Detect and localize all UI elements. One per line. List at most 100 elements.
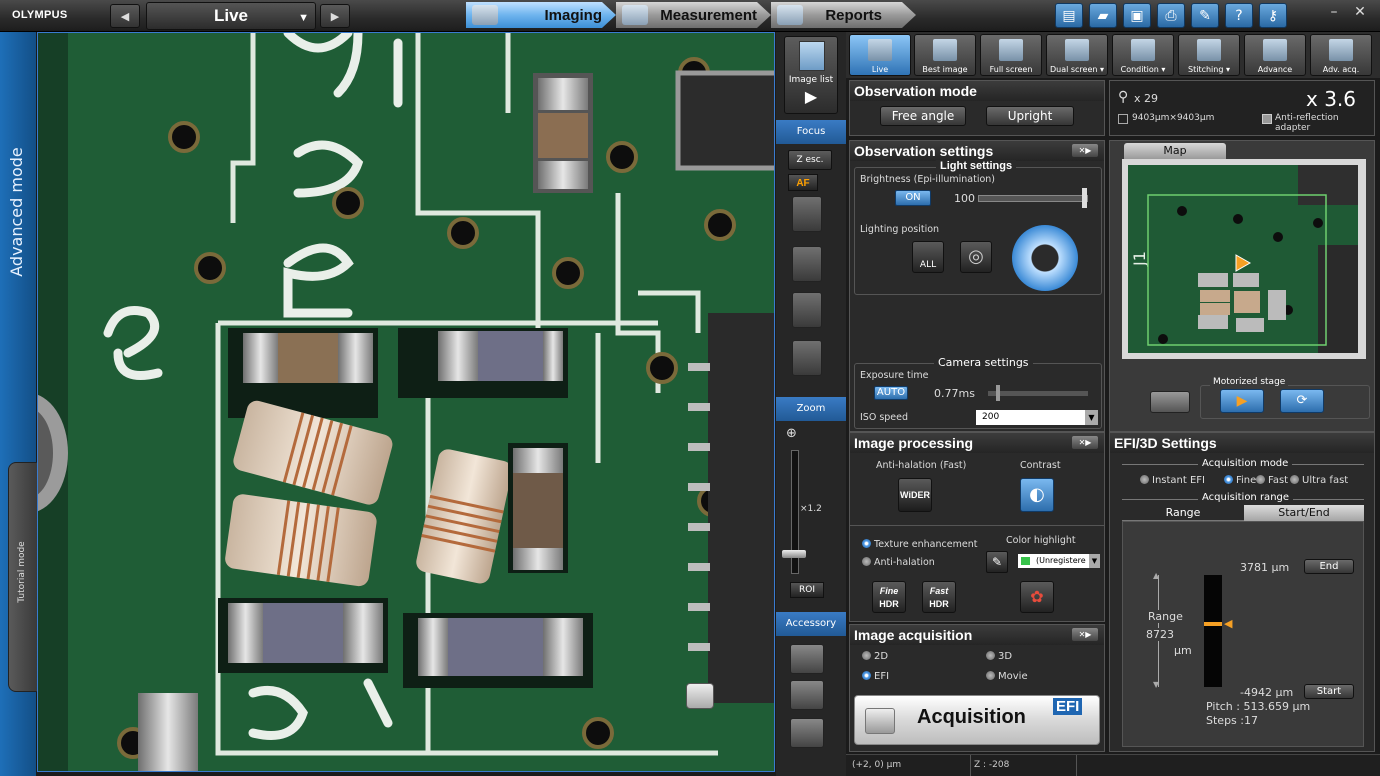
accessory-section-header: Accessory	[776, 612, 846, 636]
folder-icon[interactable]: ▰	[1089, 3, 1117, 28]
hdr-label: HDR	[879, 599, 899, 609]
tab-measurement[interactable]: Measurement	[616, 2, 771, 28]
acq-3d-option[interactable]: 3D	[986, 651, 1012, 662]
collapse-toggle[interactable]: ✕▶	[1072, 628, 1098, 641]
exposure-slider[interactable]	[988, 391, 1088, 396]
focus-fine-down-icon[interactable]	[792, 292, 822, 328]
wider-button[interactable]: WiDER	[898, 478, 932, 512]
color-palette-icon[interactable]: ✿	[1020, 581, 1054, 613]
iso-speed-select[interactable]: 200 ▼	[976, 410, 1098, 425]
arrow-down-icon: ▼	[1153, 680, 1160, 689]
advance-button[interactable]: Advance	[1244, 34, 1306, 76]
image-list-button[interactable]: Image list ▶	[784, 36, 838, 114]
acquisition-button[interactable]: Acquisition EFI	[854, 695, 1100, 745]
lighting-direction-dial[interactable]	[1012, 225, 1078, 291]
condition-button[interactable]: Condition ▾	[1112, 34, 1174, 76]
radio-icon	[862, 557, 871, 566]
fov-checkbox[interactable]	[1118, 114, 1128, 124]
brightness-slider[interactable]	[978, 195, 1088, 202]
key-icon[interactable]: ⚷	[1259, 3, 1287, 28]
fast-hdr-button[interactable]: Fast HDR	[922, 581, 956, 613]
color-highlight-select[interactable]: (Unregistere ▼	[1018, 554, 1100, 568]
print-icon[interactable]: ⎙	[1157, 3, 1185, 28]
stage-move-button[interactable]: ▶	[1220, 389, 1264, 413]
focus-down-icon[interactable]	[792, 340, 822, 376]
file-icon[interactable]: ▤	[1055, 3, 1083, 28]
full-screen-button[interactable]: Full screen	[980, 34, 1042, 76]
acq-movie-option[interactable]: Movie	[986, 671, 1028, 682]
wrench-icon[interactable]: ✎	[1191, 3, 1219, 28]
accessory-grid-icon[interactable]	[790, 680, 824, 710]
map-view[interactable]: J1	[1122, 159, 1366, 359]
tab-imaging[interactable]: Imaging	[466, 2, 616, 28]
acq-2d-option[interactable]: 2D	[862, 651, 888, 662]
best-image-button[interactable]: Best image	[914, 34, 976, 76]
lighting-ring-icon[interactable]: ◎	[960, 241, 992, 273]
range-bar	[1204, 575, 1222, 687]
map-panel: Map J1 Motorized stage ▶ ⟳	[1109, 140, 1375, 432]
radio-icon	[1256, 475, 1265, 484]
accessory-tool-icon[interactable]	[790, 644, 824, 674]
adv-acq-button[interactable]: Adv. acq.	[1310, 34, 1372, 76]
radio-icon	[1290, 475, 1299, 484]
accessory-stage-icon[interactable]	[790, 718, 824, 748]
toolbar-label: Adv. acq.	[1322, 65, 1360, 74]
zoom-in-icon[interactable]: ⊕	[786, 426, 797, 441]
live-button[interactable]: Live	[849, 34, 911, 76]
observation-settings-panel: Observation settings ✕▶ Light settings B…	[849, 140, 1105, 432]
prev-mode-button[interactable]: ◀	[110, 4, 140, 28]
mode-fast[interactable]: Fast	[1256, 475, 1288, 486]
eyedropper-icon[interactable]: ✎	[986, 551, 1008, 573]
tab-reports[interactable]: Reports	[771, 2, 916, 28]
stage-camera-button[interactable]	[1150, 391, 1190, 413]
brightness-on-button[interactable]: ON	[895, 190, 931, 206]
stitching-button[interactable]: Stitching ▾	[1178, 34, 1240, 76]
mode-instant-efi[interactable]: Instant EFI	[1140, 475, 1205, 486]
help-icon[interactable]: ?	[1225, 3, 1253, 28]
close-button[interactable]: ✕	[1348, 2, 1372, 22]
collapse-toggle[interactable]: ✕▶	[1072, 436, 1098, 449]
tab-label: Imaging	[544, 6, 602, 24]
lighting-all-button[interactable]: ALL	[912, 241, 944, 273]
autofocus-button[interactable]: AF	[788, 174, 818, 191]
exposure-auto-button[interactable]: AUTO	[874, 386, 908, 400]
efi-badge: EFI	[1053, 698, 1083, 715]
focus-fine-up-icon[interactable]	[792, 246, 822, 282]
minimize-button[interactable]: –	[1322, 2, 1346, 22]
anti-reflection-checkbox[interactable]	[1262, 114, 1272, 124]
z-escape-button[interactable]: Z esc.	[788, 150, 832, 170]
start-button[interactable]: Start	[1304, 684, 1354, 699]
color-highlight-label: Color highlight	[1006, 535, 1076, 546]
collapse-toggle[interactable]: ✕▶	[1072, 144, 1098, 157]
z-position: Z : -208	[974, 760, 1010, 770]
fine-hdr-button[interactable]: Fine HDR	[872, 581, 906, 613]
live-image-view[interactable]	[37, 32, 775, 772]
map-tab[interactable]: Map	[1124, 143, 1226, 159]
mode-fine[interactable]: Fine	[1224, 475, 1256, 486]
ruler-icon	[622, 5, 648, 25]
tab-range[interactable]: Range	[1122, 505, 1244, 521]
stage-refresh-button[interactable]: ⟳	[1280, 389, 1324, 413]
tab-start-end[interactable]: Start/End	[1244, 505, 1364, 521]
anti-halation-option[interactable]: Anti-halation	[862, 557, 935, 568]
brightness-slider-thumb[interactable]	[1082, 188, 1087, 208]
end-button[interactable]: End	[1304, 559, 1354, 574]
dual-screen-button[interactable]: Dual screen ▾	[1046, 34, 1108, 76]
focus-up-icon[interactable]	[792, 196, 822, 232]
next-mode-button[interactable]: ▶	[320, 4, 350, 28]
upright-button[interactable]: Upright	[986, 106, 1074, 126]
mode-ultra-fast[interactable]: Ultra fast	[1290, 475, 1348, 486]
save-icon[interactable]: ▣	[1123, 3, 1151, 28]
free-angle-button[interactable]: Free angle	[880, 106, 966, 126]
motorized-stage-label: Motorized stage	[1210, 377, 1289, 387]
acq-efi-option[interactable]: EFI	[862, 671, 889, 682]
image-slider-handle[interactable]	[686, 683, 714, 709]
contrast-button[interactable]: ◐	[1020, 478, 1054, 512]
camera-icon	[472, 5, 498, 25]
zoom-slider-thumb[interactable]	[782, 550, 806, 558]
roi-button[interactable]: ROI	[790, 582, 824, 598]
brightness-label: Brightness (Epi-illumination)	[860, 174, 996, 185]
texture-enhancement-option[interactable]: Texture enhancement	[862, 539, 977, 550]
exposure-slider-thumb[interactable]	[996, 385, 1000, 401]
mode-select[interactable]: Live ▼	[146, 2, 316, 30]
